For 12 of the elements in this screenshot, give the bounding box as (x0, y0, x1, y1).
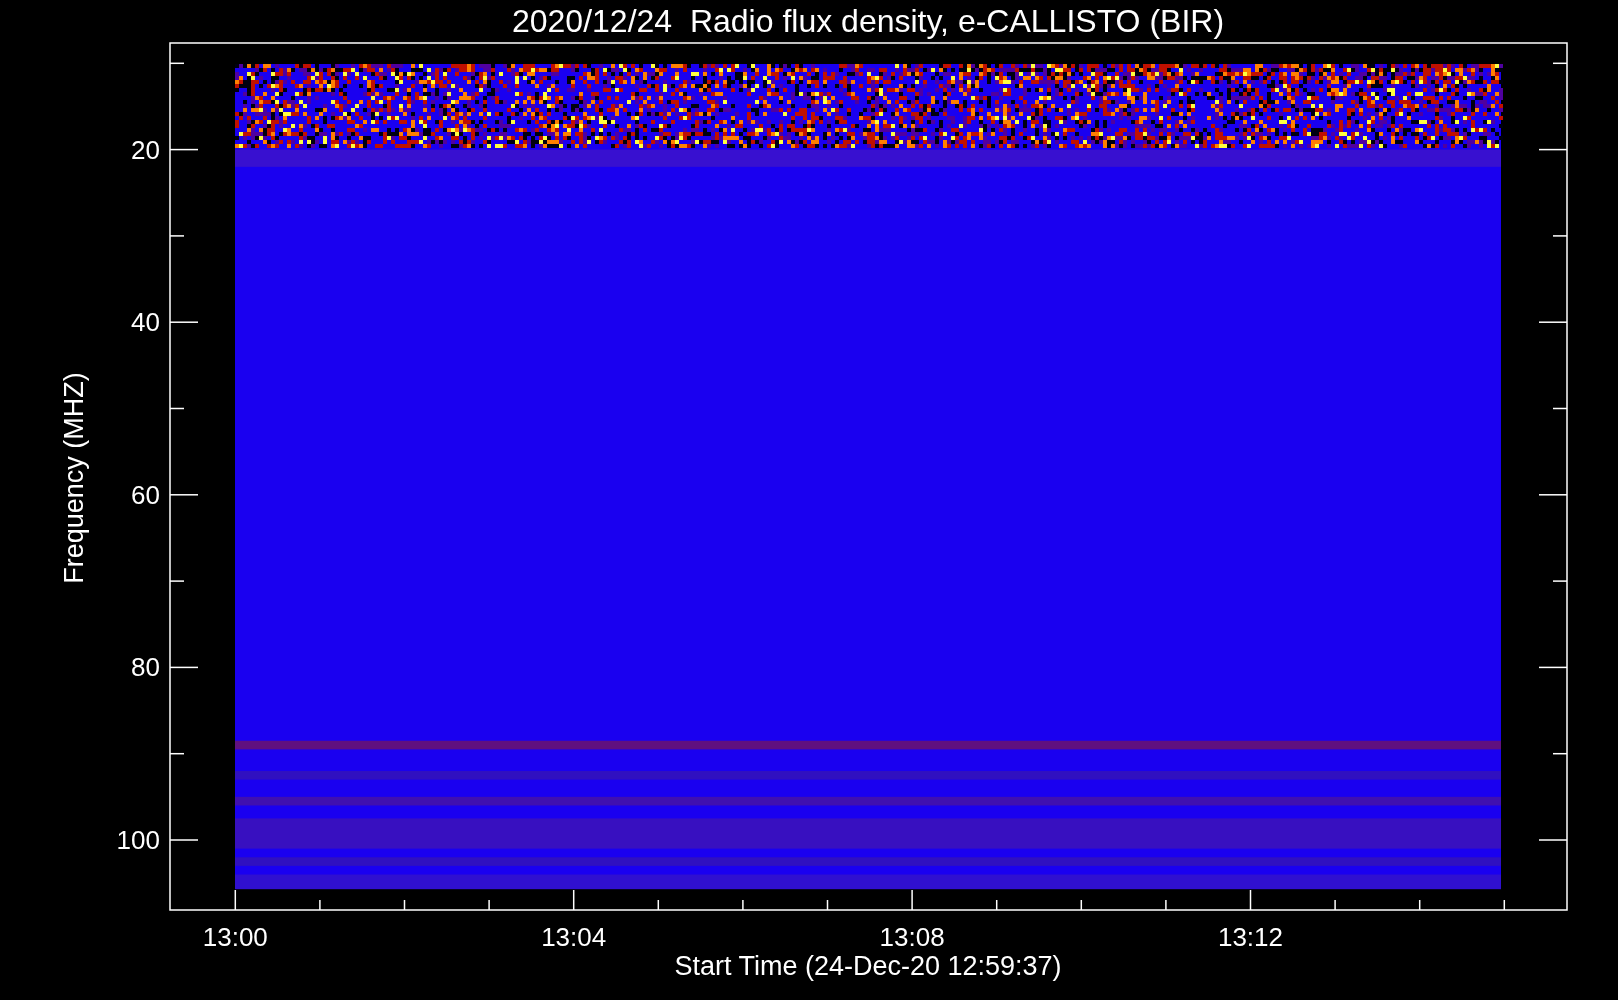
y-tick-label: 60 (131, 479, 160, 510)
y-tick-label: 20 (131, 134, 160, 165)
x-tick-label: 13:04 (541, 922, 607, 952)
x-axis-label: Start Time (24-Dec-20 12:59:37) (674, 951, 1062, 981)
x-tick-label: 13:12 (1217, 922, 1284, 952)
y-tick-label: 100 (116, 825, 160, 855)
y-axis-label: Frequency (MHZ) (59, 372, 89, 584)
y-tick-label: 80 (131, 652, 160, 683)
x-tick-label: 13:00 (202, 922, 268, 952)
chart-title: 2020/12/24 Radio flux density, e-CALLISTO (BIR) (511, 3, 1225, 39)
x-tick-label: 13:08 (879, 922, 945, 952)
y-tick-label: 40 (131, 307, 160, 338)
